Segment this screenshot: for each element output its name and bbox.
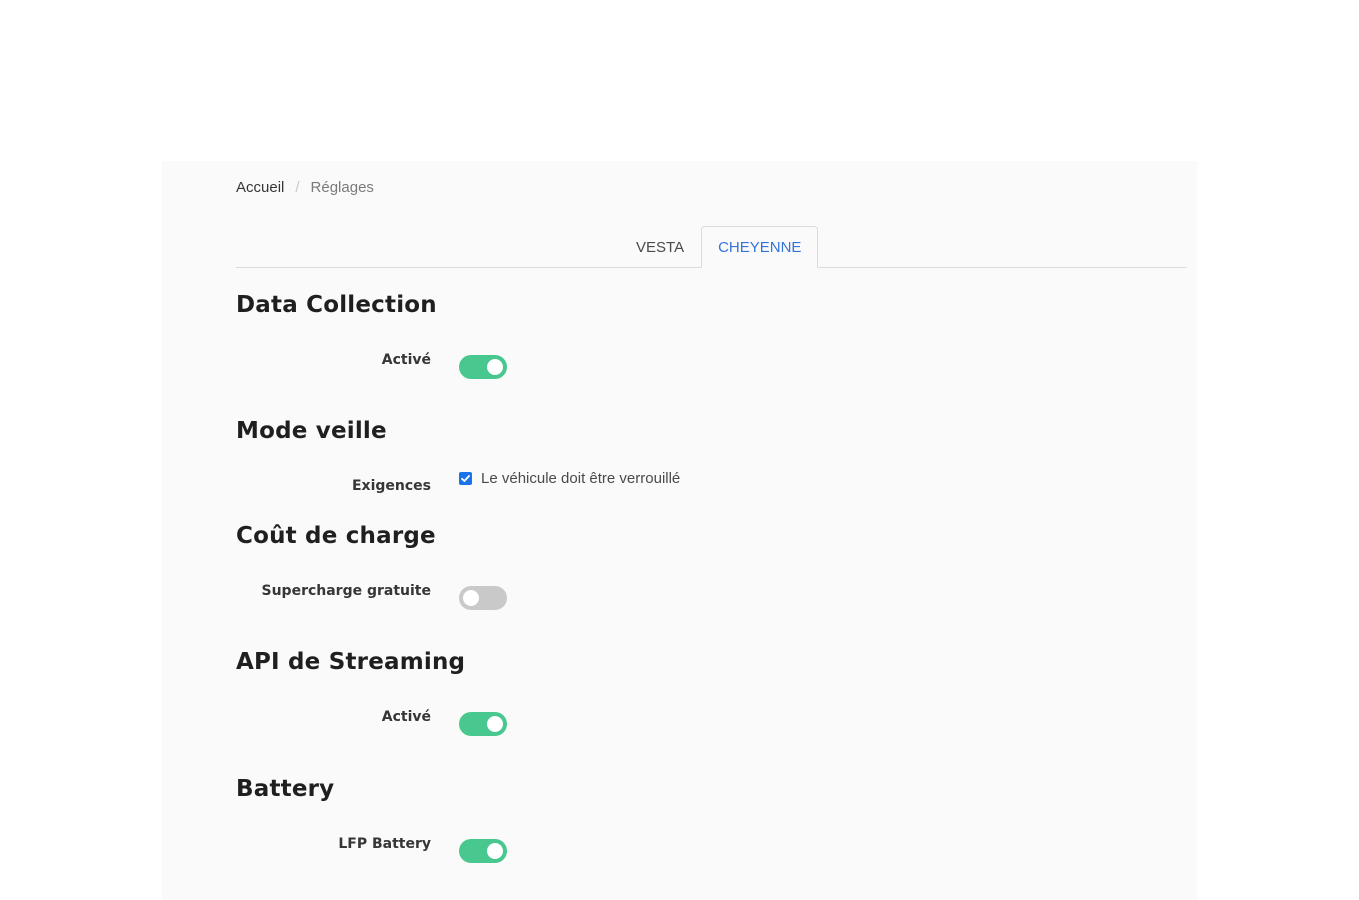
breadcrumb-separator: / (295, 179, 300, 196)
sleep-mode-requirements-label: Exigences (351, 478, 431, 494)
section-title-data-collection: Data Collection (236, 292, 437, 318)
data-collection-toggle[interactable] (459, 355, 507, 379)
toggle-knob (463, 590, 479, 606)
toggle-knob (487, 359, 503, 375)
vehicle-locked-checkbox[interactable] (459, 472, 472, 485)
free-supercharging-label: Supercharge gratuite (261, 583, 432, 599)
tab-list: VESTA CHEYENNE (619, 226, 819, 268)
tab-vesta[interactable]: VESTA (619, 226, 701, 267)
streaming-api-toggle[interactable] (459, 712, 507, 736)
section-title-charge-cost: Coût de charge (236, 523, 436, 549)
streaming-api-label: Activé (381, 709, 431, 725)
tab-cheyenne[interactable]: CHEYENNE (701, 226, 819, 268)
car-tabs: VESTA CHEYENNE (236, 225, 1187, 268)
vehicle-locked-text: Le véhicule doit être verrouillé (481, 470, 681, 487)
vehicle-locked-option[interactable]: Le véhicule doit être verrouillé (459, 470, 680, 487)
data-collection-label: Activé (381, 352, 431, 368)
lfp-battery-label: LFP Battery (338, 836, 431, 852)
lfp-battery-toggle[interactable] (459, 839, 507, 863)
breadcrumb: Accueil / Réglages (236, 179, 374, 196)
breadcrumb-home-link[interactable]: Accueil (236, 179, 284, 196)
toggle-knob (487, 716, 503, 732)
checkmark-icon (461, 475, 470, 482)
section-title-battery: Battery (236, 776, 335, 802)
settings-content: Accueil / Réglages VESTA CHEYENNE Data C… (236, 161, 1192, 900)
section-title-sleep-mode: Mode veille (236, 418, 387, 444)
toggle-knob (487, 843, 503, 859)
settings-panel: Accueil / Réglages VESTA CHEYENNE Data C… (162, 161, 1197, 900)
breadcrumb-current: Réglages (310, 179, 374, 196)
section-title-streaming-api: API de Streaming (236, 649, 466, 675)
free-supercharging-toggle[interactable] (459, 586, 507, 610)
